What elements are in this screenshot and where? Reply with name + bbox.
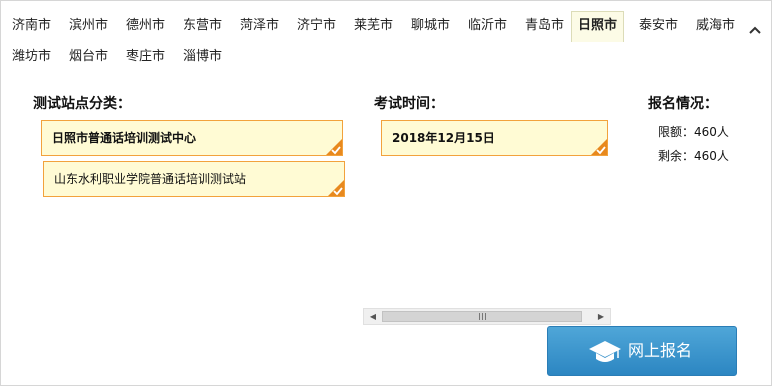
city-tab-taian[interactable]: 泰安市 [633, 11, 684, 41]
city-tab-zibo[interactable]: 淄博市 [177, 42, 228, 72]
city-tab-liaocheng[interactable]: 聊城市 [405, 11, 456, 41]
time-option-label: 2018年12月15日 [392, 131, 495, 145]
city-tab-linyi[interactable]: 临沂市 [462, 11, 513, 41]
scroll-left-icon[interactable]: ◀ [365, 309, 381, 324]
online-register-button[interactable]: 网上报名 [547, 326, 737, 376]
station-option-rizhao-center[interactable]: 日照市普通话培训测试中心 [41, 120, 343, 156]
check-corner-icon [328, 180, 344, 196]
check-corner-icon [591, 139, 607, 155]
city-tab-jining[interactable]: 济宁市 [291, 11, 342, 41]
city-tab-dongying[interactable]: 东营市 [177, 11, 228, 41]
city-tab-weifang[interactable]: 潍坊市 [6, 42, 57, 72]
scrollbar-thumb[interactable] [382, 311, 582, 322]
chevron-up-icon[interactable] [745, 21, 765, 41]
station-heading: 测试站点分类： [33, 96, 131, 112]
city-tab-laiwu[interactable]: 莱芜市 [348, 11, 399, 41]
city-tab-qingdao[interactable]: 青岛市 [519, 11, 570, 41]
city-tab-dezhou[interactable]: 德州市 [120, 11, 171, 41]
city-tab-binzhou[interactable]: 滨州市 [63, 11, 114, 41]
city-tab-weihai[interactable]: 威海市 [690, 11, 741, 41]
check-corner-icon [326, 139, 342, 155]
horizontal-scrollbar[interactable]: ◀ ▶ [363, 308, 611, 325]
time-option-2018-12-15[interactable]: 2018年12月15日 [381, 120, 608, 156]
exam-registration-panel: 济南市 滨州市 德州市 东营市 菏泽市 济宁市 莱芜市 聊城市 临沂市 青岛市 … [0, 0, 772, 386]
grip-icon [479, 313, 487, 320]
city-tab-yantai[interactable]: 烟台市 [63, 42, 114, 72]
station-option-label: 山东水利职业学院普通话培训测试站 [54, 172, 247, 186]
status-heading: 报名情况： [648, 96, 718, 112]
station-option-water-college[interactable]: 山东水利职业学院普通话培训测试站 [43, 161, 345, 197]
quota-text: 限额：460人 [658, 125, 729, 139]
city-tab-rizhao[interactable]: 日照市 [571, 11, 625, 42]
graduation-cap-icon [589, 341, 621, 362]
city-tab-zaozhuang[interactable]: 枣庄市 [120, 42, 171, 72]
station-option-label: 日照市普通话培训测试中心 [52, 131, 197, 145]
scroll-right-icon[interactable]: ▶ [593, 309, 609, 324]
city-tab-heze[interactable]: 菏泽市 [234, 11, 285, 41]
register-button-label: 网上报名 [628, 341, 693, 360]
time-heading: 考试时间： [374, 96, 444, 112]
remaining-text: 剩余：460人 [658, 149, 729, 163]
city-tab-jinan[interactable]: 济南市 [6, 11, 57, 41]
